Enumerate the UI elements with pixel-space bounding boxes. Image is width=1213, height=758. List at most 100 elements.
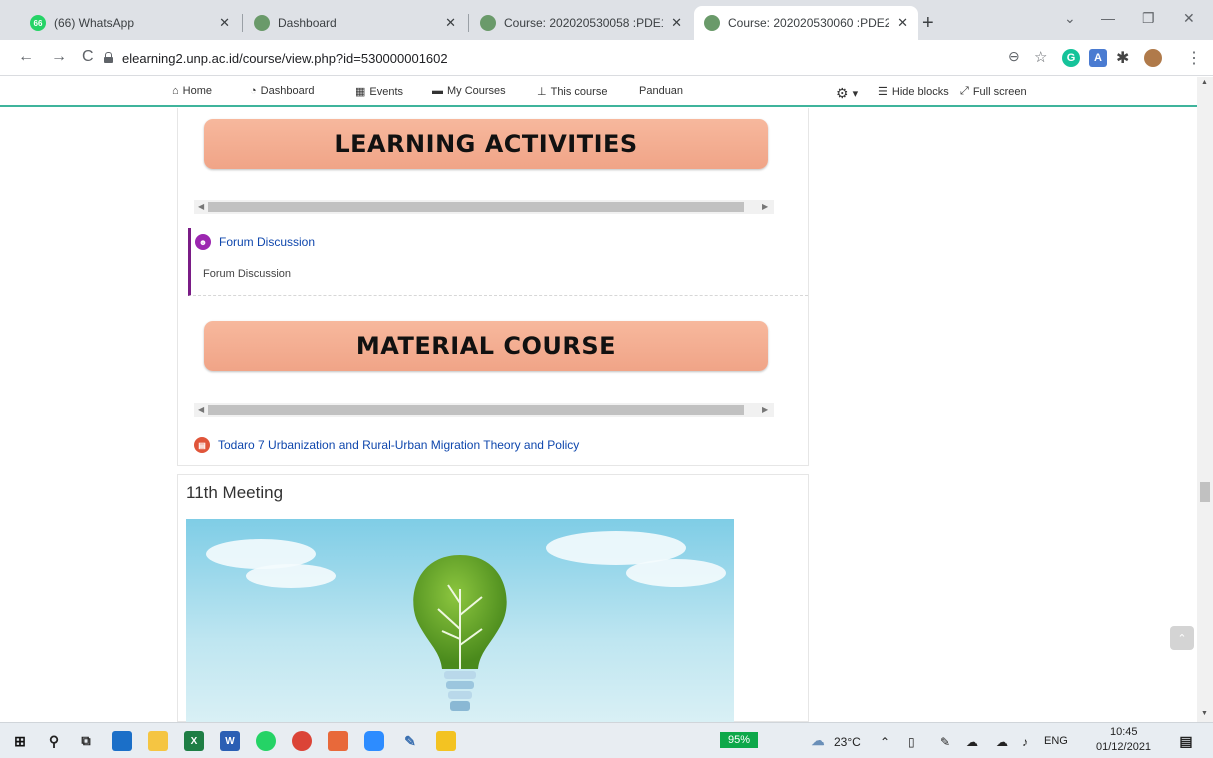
back-to-top-button[interactable]: ⌃ [1170,626,1194,650]
moodle-navbar: ⌂ Home ◔ Dashboard ▦ Events ▬ My Courses… [0,77,1197,107]
tab-course-058[interactable]: Course: 202020530058 :PDE1.61. ✕ [470,6,692,40]
calendar-icon: ▦ [355,86,366,98]
unp-logo-icon [704,15,720,31]
bookmark-star-icon[interactable]: ☆ [1034,48,1047,66]
nav-events-label: Events [369,85,404,98]
tab-course-060[interactable]: Course: 202020530060 :PDE2.61. ✕ [694,6,918,40]
hide-blocks-button[interactable]: ☰ Hide blocks [878,85,949,99]
battery-indicator[interactable]: 95% [720,732,759,748]
scroll-left-icon[interactable]: ◀ [198,200,204,214]
full-screen-button[interactable]: ⤢ Full screen [960,85,1027,98]
horizontal-scrollbar[interactable]: ◀ ▶ [194,403,774,417]
nav-events[interactable]: ▦ Events [355,85,404,99]
page-scrollbar[interactable]: ▲ ▼ [1197,77,1213,722]
menu-icon[interactable]: ⋮ [1186,48,1202,68]
close-icon[interactable]: ✕ [897,15,908,31]
weather-icon[interactable]: ☁ [808,731,828,751]
tab-separator [468,14,469,32]
network-icon[interactable]: ☁ [966,735,978,749]
nav-home-label: Home [182,85,212,97]
pen-tray-icon[interactable]: ✎ [940,735,950,749]
scroll-right-icon[interactable]: ▶ [762,403,768,417]
forward-button[interactable]: → [51,48,67,66]
sticky-notes-icon[interactable] [436,731,456,751]
tab-title: Course: 202020530060 :PDE2.61. [728,16,890,30]
expand-icon: ⤢ [960,85,969,97]
tab-dashboard[interactable]: Dashboard ✕ [244,6,466,40]
list-icon: ☰ [878,86,888,98]
close-icon[interactable]: ✕ [219,15,230,31]
scroll-thumb[interactable] [208,405,744,415]
close-icon[interactable]: ✕ [445,15,456,31]
scroll-left-icon[interactable]: ◀ [198,403,204,417]
notification-icon[interactable]: ▤ [1176,731,1196,751]
grammarly-icon[interactable]: G [1062,49,1080,67]
windows-start-icon[interactable]: ⊞ [10,731,30,751]
zoom-app-icon[interactable] [364,731,384,751]
search-icon[interactable]: ⚲ [44,731,64,751]
scroll-thumb[interactable] [208,202,744,212]
excel-icon[interactable]: X [184,731,204,751]
scroll-right-icon[interactable]: ▶ [762,200,768,214]
meet-now-icon[interactable]: ▯ [908,735,915,749]
forum-link[interactable]: ☻ Forum Discussion [195,234,315,250]
language-indicator[interactable]: ENG [1044,735,1068,747]
profile-avatar[interactable] [1144,49,1162,67]
pen-icon[interactable]: ✎ [400,731,420,751]
lightbulb-icon [413,555,507,711]
chrome-icon[interactable] [292,731,312,751]
nav-this-course[interactable]: ⊥ This course [537,85,608,99]
onedrive-icon[interactable]: ☁ [996,735,1008,749]
nav-this-course-label: This course [550,85,608,98]
store-icon[interactable] [112,731,132,751]
task-view-icon[interactable]: ⧉ [76,731,96,751]
chevron-up-icon[interactable]: ⌃ [880,735,890,749]
extensions-icon[interactable]: ✱ [1116,48,1129,68]
nav-dashboard-label: Dashboard [260,85,315,97]
nav-my-courses[interactable]: ▬ My Courses [432,85,506,97]
close-window-button[interactable]: ✕ [1183,10,1195,27]
tab-search-icon[interactable]: ⌄ [1064,10,1076,27]
new-tab-button[interactable]: + [922,12,934,35]
clock-time[interactable]: 10:45 [1110,726,1138,738]
tab-whatsapp[interactable]: 66 (66) WhatsApp ✕ [20,6,240,40]
forum-icon: ☻ [195,234,211,250]
gear-icon: ⚙ [836,85,849,101]
restore-button[interactable]: ❐ [1142,10,1155,27]
clock-date[interactable]: 01/12/2021 [1096,741,1151,753]
horizontal-scrollbar[interactable]: ◀ ▶ [194,200,774,214]
file-explorer-icon[interactable] [148,731,168,751]
office-icon[interactable] [328,731,348,751]
nav-panduan[interactable]: Panduan [639,85,683,97]
material-course-title: MATERIAL COURSE [355,332,617,360]
minimize-button[interactable]: — [1101,10,1115,26]
nav-home[interactable]: ⌂ Home [172,85,212,97]
full-screen-label: Full screen [972,85,1027,98]
section-title: 11th Meeting [186,483,284,502]
learning-activities-banner: LEARNING ACTIVITIES [204,119,768,169]
nav-dashboard[interactable]: ◔ Dashboard [250,85,314,97]
word-icon[interactable]: W [220,731,240,751]
weather-temp[interactable]: 23°C [834,735,861,749]
whatsapp-icon[interactable] [256,731,276,751]
windows-taskbar: ⊞ ⚲ ⧉ X W ✎ 95% ☁ 23°C ⌃ ▯ ✎ ☁ ☁ ♪ ENG 1… [0,722,1213,758]
translate-icon[interactable]: A [1089,49,1107,67]
settings-menu[interactable]: ⚙ ▾ [836,85,862,102]
address-bar[interactable]: elearning2.unp.ac.id/course/view.php?id=… [100,46,980,70]
scroll-up-icon[interactable]: ▲ [1201,79,1208,86]
scroll-down-icon[interactable]: ▼ [1201,710,1208,717]
screen: 66 (66) WhatsApp ✕ Dashboard ✕ Course: 2… [0,0,1213,758]
browser-tabstrip: 66 (66) WhatsApp ✕ Dashboard ✕ Course: 2… [0,0,1213,40]
zoom-icon[interactable]: ⊖ [1008,48,1020,65]
material-link[interactable]: ▤ Todaro 7 Urbanization and Rural-Urban … [194,437,579,453]
back-button[interactable]: ← [18,48,34,66]
lightbulb-illustration [186,519,734,723]
page-scroll-thumb[interactable] [1200,482,1210,502]
reload-button[interactable]: C [82,48,94,66]
url-text: elearning2.unp.ac.id/course/view.php?id=… [122,50,448,66]
unp-logo-icon [480,15,496,31]
tab-title: Dashboard [278,16,337,30]
caret-down-icon: ▾ [852,88,859,100]
volume-icon[interactable]: ♪ [1022,735,1028,749]
close-icon[interactable]: ✕ [671,15,682,31]
